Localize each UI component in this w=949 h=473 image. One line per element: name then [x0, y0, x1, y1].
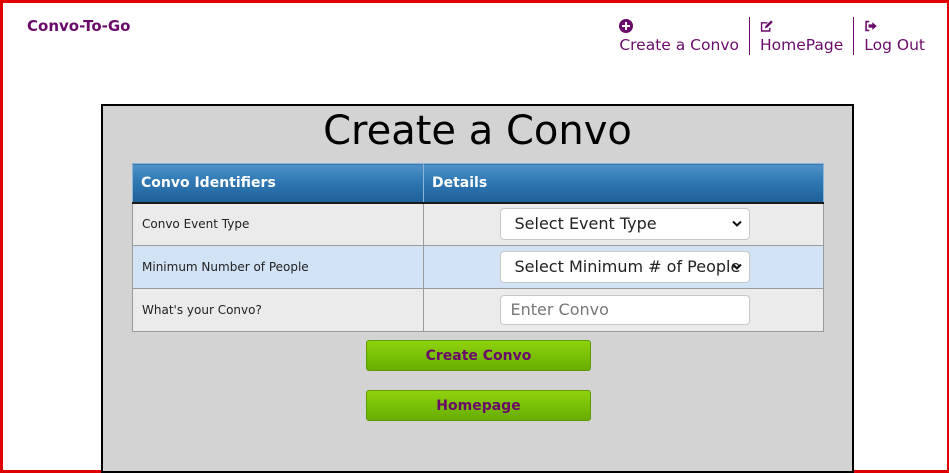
- col-header-identifiers: Convo Identifiers: [132, 163, 424, 204]
- table-row: Minimum Number of People Select Minimum …: [132, 245, 824, 289]
- nav-log-out-label: Log Out: [864, 36, 925, 54]
- min-people-label: Minimum Number of People: [132, 245, 424, 289]
- nav-create-convo-label: Create a Convo: [619, 36, 739, 54]
- page-frame: Convo-To-Go Create a Convo HomePage Log …: [0, 0, 949, 473]
- event-type-select-value: Select Event Type: [514, 214, 657, 234]
- min-people-select-value: Select Minimum # of People: [514, 257, 741, 276]
- create-convo-button[interactable]: Create Convo: [366, 340, 591, 371]
- min-people-select[interactable]: Select Minimum # of People: [499, 251, 750, 283]
- homepage-button[interactable]: Homepage: [366, 390, 591, 421]
- plus-circle-icon: [619, 17, 634, 34]
- event-type-select[interactable]: Select Event Type: [499, 208, 750, 241]
- page-title: Create a Convo: [323, 108, 632, 154]
- event-type-label: Convo Event Type: [132, 202, 424, 246]
- table-row: What's your Convo? Enter Convo: [132, 288, 824, 332]
- convo-text-label: What's your Convo?: [132, 288, 424, 332]
- top-nav: Create a Convo HomePage Log Out: [619, 17, 925, 55]
- nav-homepage[interactable]: HomePage: [748, 17, 853, 55]
- create-convo-card: Create a Convo Convo Identifiers Details…: [101, 104, 854, 473]
- col-header-details: Details: [423, 163, 824, 204]
- nav-log-out[interactable]: Log Out: [853, 17, 925, 55]
- chevron-down-icon: [731, 221, 742, 228]
- edit-icon: [760, 17, 774, 34]
- sign-out-icon: [864, 17, 878, 34]
- brand-logo[interactable]: Convo-To-Go: [27, 17, 130, 35]
- chevron-down-icon: [731, 263, 742, 270]
- convo-form-table: Convo Identifiers Details Convo Event Ty…: [132, 163, 824, 332]
- nav-create-convo[interactable]: Create a Convo: [619, 17, 749, 55]
- convo-text-input[interactable]: Enter Convo: [499, 295, 750, 325]
- table-row: Convo Event Type Select Event Type: [132, 202, 824, 246]
- nav-homepage-label: HomePage: [759, 36, 844, 54]
- table-header-row: Convo Identifiers Details: [132, 163, 824, 204]
